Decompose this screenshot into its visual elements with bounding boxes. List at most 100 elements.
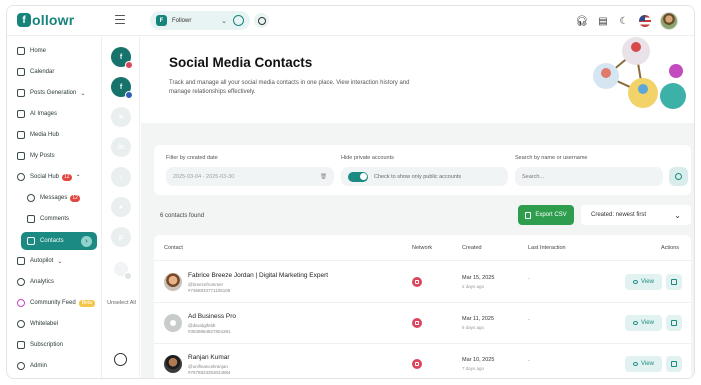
account-selector-column: f f ✕ in ♪ ● p Unselect All: [103, 37, 140, 378]
date-range-value: 2025-03-04 - 2025-03-30: [173, 173, 235, 180]
sidebar-item-my-posts[interactable]: My Posts: [17, 148, 55, 164]
logo-text: ollowr: [32, 12, 75, 28]
chevron-up-icon: ⌃: [75, 174, 81, 181]
sidebar-item-admin[interactable]: Admin: [17, 358, 47, 374]
sidebar-item-label: Admin: [30, 363, 48, 369]
workspace-name: Followr: [172, 17, 192, 24]
divider: [154, 260, 691, 261]
subscription-icon: [17, 341, 25, 349]
account-facebook[interactable]: f: [111, 77, 133, 99]
sidebar-item-label: AI Images: [30, 111, 58, 117]
sidebar-item-analytics[interactable]: Analytics: [17, 274, 54, 290]
sidebar-item-label: Community Feed: [30, 300, 76, 306]
sort-select[interactable]: Created: newest first ⌄: [581, 205, 691, 225]
trash-icon[interactable]: 🗑︎: [320, 174, 327, 180]
sidebar-item-subscription[interactable]: Subscription: [17, 337, 63, 353]
sidebar-item-calendar[interactable]: Calendar: [17, 64, 54, 80]
account-bluesky[interactable]: ●: [111, 197, 131, 217]
open-external-button[interactable]: [666, 274, 682, 290]
instagram-icon: [412, 277, 422, 287]
sidebar-item-label: Whitelabel: [30, 321, 59, 327]
sidebar-item-label: Social Hub: [30, 174, 60, 180]
contact-name[interactable]: Ranjan Kumar: [188, 354, 230, 361]
eye-icon: [633, 280, 639, 284]
sidebar-item-label: Calendar: [30, 69, 55, 75]
notes-icon[interactable]: ▤: [597, 15, 609, 27]
workspace-settings-icon[interactable]: [233, 15, 244, 26]
app-logo[interactable]: f ollowr: [17, 12, 74, 28]
last-interaction: -: [528, 276, 530, 282]
chevron-down-icon: ⌄: [221, 17, 227, 25]
dark-mode-icon[interactable]: ☾: [618, 15, 630, 27]
date-filter-label: Filter by created date: [166, 155, 218, 161]
sidebar-item-autopilot[interactable]: Autopilot ⌄: [17, 253, 62, 269]
sidebar-item-ai-images[interactable]: AI Images: [17, 106, 57, 122]
sidebar-item-whitelabel[interactable]: Whitelabel: [17, 316, 58, 332]
home-icon: [17, 47, 25, 55]
search-button[interactable]: [669, 167, 688, 186]
column-header-contact: Contact: [164, 245, 183, 251]
community-feed-icon: [17, 299, 25, 307]
menu-toggle-icon[interactable]: [115, 15, 125, 24]
ai-assistant-button[interactable]: [254, 13, 269, 28]
top-bar: f ollowr F Followr ⌄ 🎧︎ ▤ ☾: [7, 6, 694, 36]
sidebar-item-messages[interactable]: Messages 12: [27, 190, 80, 206]
analytics-icon: [17, 278, 25, 286]
avatar: [164, 273, 182, 291]
sidebar-item-media-hub[interactable]: Media Hub: [17, 127, 59, 143]
user-avatar[interactable]: [660, 12, 678, 30]
account-tiktok[interactable]: ♪: [111, 167, 131, 187]
table-row: Ad Business Pro @davidgifeldt #353988482…: [154, 303, 691, 343]
gear-icon[interactable]: [114, 353, 127, 366]
account-pinterest[interactable]: p: [111, 227, 131, 247]
created-date: Mar 11, 2025: [462, 316, 495, 322]
unselect-all-button[interactable]: Unselect All: [103, 300, 140, 307]
page-description: Track and manage all your social media c…: [169, 80, 410, 95]
sidebar-item-social-hub[interactable]: Social Hub 12 ⌃: [17, 169, 81, 185]
notification-badge: 12: [62, 173, 72, 181]
sidebar-item-home[interactable]: Home: [17, 43, 46, 59]
sidebar-item-posts-generation[interactable]: Posts Generation ⌄: [17, 85, 85, 101]
sidebar-item-label: Subscription: [30, 342, 64, 348]
instagram-icon: [412, 318, 422, 328]
export-csv-button[interactable]: Export CSV: [518, 205, 574, 225]
messages-icon: [27, 194, 35, 202]
chevron-right-icon: ›: [81, 235, 92, 247]
private-accounts-toggle-field: Check to show only public accounts: [341, 167, 508, 186]
whitelabel-icon: [17, 320, 25, 328]
account-linkedin[interactable]: in: [111, 137, 131, 157]
sidebar-item-comments[interactable]: Comments: [27, 211, 69, 227]
toggle-description: Check to show only public accounts: [374, 173, 462, 180]
date-range-input[interactable]: 2025-03-04 - 2025-03-30 🗑︎: [166, 167, 334, 186]
account-x[interactable]: ✕: [111, 107, 131, 127]
open-external-button[interactable]: [666, 315, 682, 331]
media-hub-icon: [17, 131, 25, 139]
workspace-selector[interactable]: F Followr ⌄: [150, 11, 250, 30]
sidebar-item-label: My Posts: [30, 153, 55, 159]
contacts-icon: [27, 237, 35, 245]
sidebar-item-contacts[interactable]: Contacts ›: [21, 232, 97, 250]
contact-name[interactable]: Ad Business Pro: [188, 313, 236, 320]
open-external-button[interactable]: [666, 356, 682, 372]
account-instagram[interactable]: f: [111, 47, 133, 69]
facebook-icon: [125, 91, 133, 99]
view-button[interactable]: View: [625, 315, 662, 331]
account-youtube[interactable]: [114, 262, 132, 280]
contact-id: #3539884827804391: [188, 329, 231, 334]
top-right-actions: 🎧︎ ▤ ☾: [576, 12, 678, 30]
instagram-icon: [412, 359, 422, 369]
sidebar-item-community-feed[interactable]: Community Feed Beta: [17, 295, 95, 311]
language-flag-icon[interactable]: [639, 15, 651, 27]
private-accounts-toggle[interactable]: [348, 171, 368, 182]
contact-id: #7678823353044884: [188, 370, 231, 375]
contact-name[interactable]: Fabrice Breeze Jordan | Digital Marketin…: [188, 272, 328, 279]
contacts-table: Contact Network Created Last Interaction…: [154, 235, 691, 378]
search-input[interactable]: [515, 167, 663, 186]
headset-icon[interactable]: 🎧︎: [576, 15, 589, 27]
sidebar: Home Calendar Posts Generation ⌄ AI Imag…: [7, 37, 102, 378]
view-button[interactable]: View: [625, 274, 662, 290]
view-button[interactable]: View: [625, 356, 662, 372]
main-content: Social Media Contacts Track and manage a…: [141, 37, 694, 378]
column-header-network: Network: [412, 245, 433, 251]
page-header: Social Media Contacts Track and manage a…: [141, 37, 694, 123]
